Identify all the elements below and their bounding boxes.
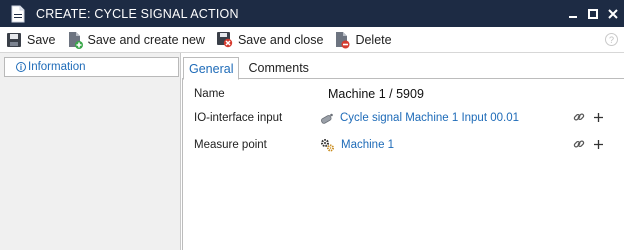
save-and-close-button[interactable]: Save and close: [210, 28, 328, 52]
measure-point-value: Machine 1: [341, 139, 395, 151]
window-controls: [567, 0, 618, 27]
measure-point-actions: [573, 138, 604, 150]
sidebar: i Information: [0, 53, 181, 250]
io-input-label: IO-interface input: [194, 112, 283, 124]
save-and-create-new-label: Save and create new: [87, 32, 205, 47]
close-icon[interactable]: [607, 8, 618, 19]
measure-point-label: Measure point: [194, 139, 267, 151]
sidebar-item-information[interactable]: i Information: [4, 57, 179, 77]
toolbar: Save Save and create new Save and close …: [0, 27, 624, 53]
add-icon[interactable]: [592, 111, 604, 123]
measure-point-link[interactable]: Machine 1: [320, 138, 394, 152]
title-bar: CREATE: CYCLE SIGNAL ACTION: [0, 0, 624, 27]
tab-strip: General Comments: [182, 57, 624, 80]
delete-label: Delete: [355, 32, 392, 47]
save-and-close-label: Save and close: [237, 32, 324, 47]
gears-icon: [321, 139, 334, 152]
floppy-close-icon: [216, 32, 233, 48]
save-button[interactable]: Save: [0, 28, 61, 52]
new-document-icon: [68, 31, 83, 49]
info-icon: i: [16, 62, 26, 72]
document-icon: [9, 4, 27, 24]
name-label: Name: [194, 88, 225, 100]
io-input-value: Cycle signal Machine 1 Input 00.01: [340, 112, 519, 124]
help-icon[interactable]: ?: [605, 33, 618, 46]
floppy-icon: [7, 32, 21, 47]
io-input-actions: [573, 111, 604, 123]
tab-general[interactable]: General: [183, 57, 240, 80]
link-icon[interactable]: [573, 111, 585, 123]
name-row: Name Machine 1 / 5909: [194, 85, 614, 103]
add-icon[interactable]: [592, 138, 604, 150]
window-title: CREATE: CYCLE SIGNAL ACTION: [36, 6, 239, 21]
delete-button[interactable]: Delete: [328, 28, 396, 52]
tab-comments[interactable]: Comments: [243, 57, 313, 79]
general-panel: Name Machine 1 / 5909 IO-interface input…: [182, 79, 624, 250]
io-input-link[interactable]: Cycle signal Machine 1 Input 00.01: [320, 111, 519, 125]
link-icon[interactable]: [573, 138, 585, 150]
io-input-row: IO-interface input Cycle signal Machine …: [194, 109, 614, 127]
save-and-create-new-button[interactable]: Save and create new: [61, 28, 210, 52]
sidebar-item-label: Information: [28, 61, 86, 73]
measure-point-row: Measure point Machine 1: [194, 136, 614, 154]
main-content: General Comments Name Machine 1 / 5909 I…: [182, 53, 624, 250]
minimize-icon[interactable]: [567, 8, 578, 19]
delete-document-icon: [336, 31, 350, 48]
name-value[interactable]: Machine 1 / 5909: [328, 87, 424, 101]
save-label: Save: [27, 32, 56, 47]
maximize-icon[interactable]: [587, 8, 598, 19]
sensor-icon: [321, 113, 333, 124]
